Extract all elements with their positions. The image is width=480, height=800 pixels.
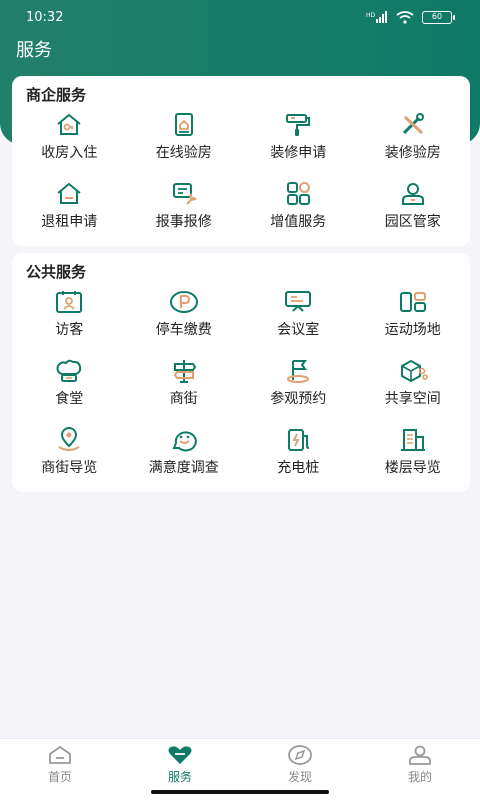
service-label: 商街 [169, 391, 198, 407]
butler-person-icon [398, 181, 428, 207]
service-visitor[interactable]: 访客 [12, 289, 127, 358]
service-label: 商街导览 [41, 460, 98, 476]
visitor-card-icon [54, 289, 84, 315]
service-label: 报事报修 [155, 214, 212, 230]
service-lease-termination[interactable]: 退租申请 [12, 181, 127, 250]
tools-icon [398, 112, 428, 138]
survey-smile-icon [169, 427, 199, 453]
tab-label: 首页 [47, 770, 72, 784]
paint-roller-icon [283, 112, 313, 138]
service-shared-space[interactable]: 共享空间 [356, 358, 471, 427]
section-title: 公共服务 [26, 263, 87, 281]
service-label: 退租申请 [41, 214, 98, 230]
tab-label: 发现 [287, 770, 312, 784]
status-icons: HD 60 [366, 10, 455, 24]
service-repair-report[interactable]: 报事报修 [127, 181, 242, 250]
tab-label: 服务 [167, 770, 192, 784]
map-pin-icon [54, 427, 84, 453]
battery-icon: 60 [422, 10, 455, 24]
home-icon [49, 745, 71, 764]
service-label: 共享空间 [384, 391, 441, 407]
service-label: 参观预约 [270, 391, 327, 407]
charging-pile-icon [283, 427, 313, 453]
service-decoration-apply[interactable]: 装修申请 [241, 112, 356, 181]
tab-label: 我的 [407, 770, 432, 784]
service-label: 园区管家 [384, 214, 441, 230]
service-floor-guide[interactable]: 楼层导览 [356, 427, 471, 496]
service-label: 充电桩 [277, 460, 320, 476]
service-sports-venue[interactable]: 运动场地 [356, 289, 471, 358]
service-online-inspection[interactable]: 在线验房 [127, 112, 242, 181]
sports-court-icon [398, 289, 428, 315]
chef-hat-icon [54, 358, 84, 384]
page-title: 服务 [16, 40, 52, 61]
service-street-guide[interactable]: 商街导览 [12, 427, 127, 496]
house-key-icon [54, 112, 84, 138]
public-services-grid: 访客 停车缴费 会议室 运动场地 食堂 商街 参观预约 共享空间 商街导览 满意… [12, 289, 470, 496]
wifi-icon [396, 10, 414, 24]
inspection-tablet-icon [169, 112, 199, 138]
service-canteen[interactable]: 食堂 [12, 358, 127, 427]
signal-icon: HD [366, 11, 387, 23]
home-indicator[interactable] [151, 790, 329, 794]
service-label: 会议室 [277, 322, 320, 338]
shared-cube-icon [398, 358, 428, 384]
service-label: 满意度调查 [148, 460, 219, 476]
service-label: 食堂 [55, 391, 84, 407]
service-label: 停车缴费 [155, 322, 212, 338]
status-time: 10:32 [26, 9, 64, 25]
service-label: 楼层导览 [384, 460, 441, 476]
tab-home[interactable]: 首页 [0, 739, 120, 800]
grid-apps-icon [283, 181, 313, 207]
compass-icon [288, 745, 312, 765]
service-label: 运动场地 [384, 322, 441, 338]
parking-icon [169, 289, 199, 315]
service-charging-pile[interactable]: 充电桩 [241, 427, 356, 496]
service-visit-booking[interactable]: 参观预约 [241, 358, 356, 427]
business-services-card: 商企服务 收房入住 在线验房 装修申请 装修验房 退租申请 报事报修 增值服务 … [12, 76, 470, 246]
service-decoration-inspection[interactable]: 装修验房 [356, 112, 471, 181]
business-services-grid: 收房入住 在线验房 装修申请 装修验房 退租申请 报事报修 增值服务 园区管家 [12, 112, 470, 250]
svg-text:HD: HD [366, 12, 376, 19]
service-meeting-room[interactable]: 会议室 [241, 289, 356, 358]
service-parking[interactable]: 停车缴费 [127, 289, 242, 358]
section-title: 商企服务 [26, 86, 87, 104]
public-services-card: 公共服务 访客 停车缴费 会议室 运动场地 食堂 商街 参观预约 共享空间 商街… [12, 253, 470, 492]
service-commercial-street[interactable]: 商街 [127, 358, 242, 427]
service-label: 装修申请 [270, 145, 327, 161]
service-park-butler[interactable]: 园区管家 [356, 181, 471, 250]
flag-icon [283, 358, 313, 384]
service-value-added[interactable]: 增值服务 [241, 181, 356, 250]
service-label: 在线验房 [155, 145, 212, 161]
service-move-in[interactable]: 收房入住 [12, 112, 127, 181]
screen: 10:32 HD 60 服务 商企服务 收房入住 在线验房 装修申请 装修验房 … [0, 0, 480, 800]
service-label: 装修验房 [384, 145, 441, 161]
heart-service-icon [168, 746, 192, 764]
house-exit-icon [54, 181, 84, 207]
building-icon [398, 427, 428, 453]
service-label: 收房入住 [41, 145, 98, 161]
profile-icon [409, 745, 431, 765]
meeting-screen-icon [283, 289, 313, 315]
status-bar: 10:32 HD 60 [0, 0, 480, 34]
service-satisfaction-survey[interactable]: 满意度调查 [127, 427, 242, 496]
service-label: 增值服务 [270, 214, 327, 230]
repair-wrench-icon [169, 181, 199, 207]
tab-mine[interactable]: 我的 [360, 739, 480, 800]
service-label: 访客 [55, 322, 84, 338]
signpost-icon [169, 358, 199, 384]
